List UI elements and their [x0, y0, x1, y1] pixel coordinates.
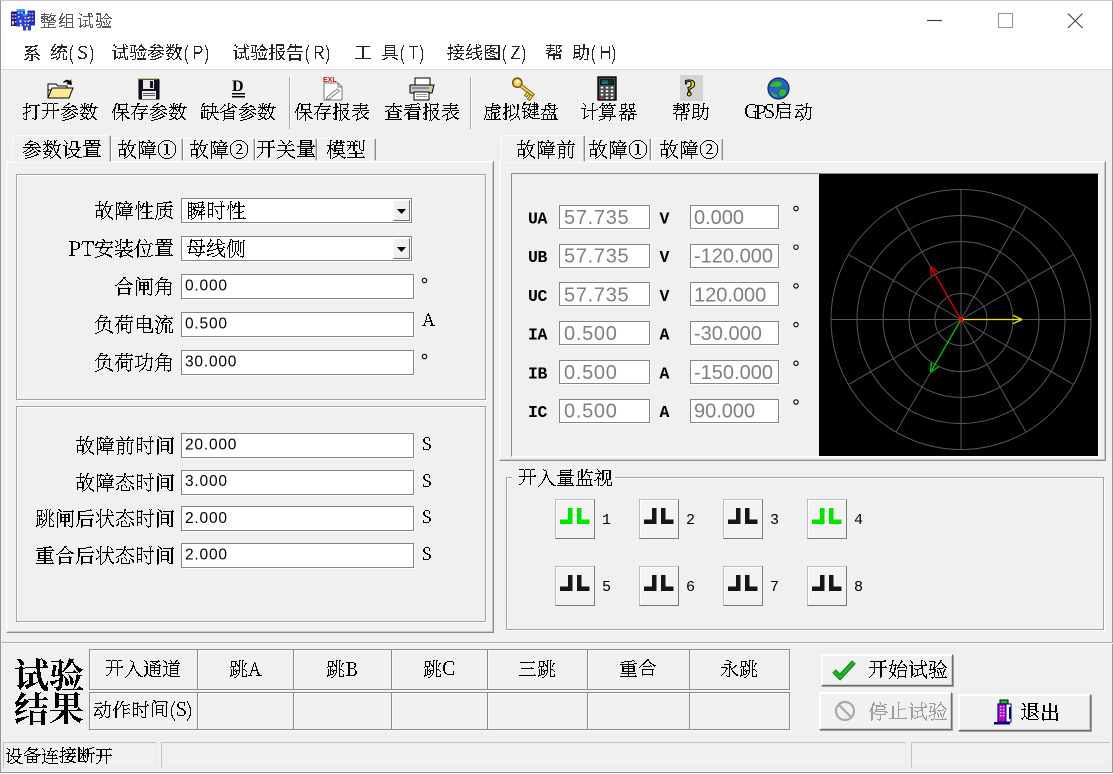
- svg-text:88: 88: [602, 80, 608, 86]
- svg-text:D: D: [232, 78, 244, 95]
- svg-text:?: ?: [684, 76, 696, 101]
